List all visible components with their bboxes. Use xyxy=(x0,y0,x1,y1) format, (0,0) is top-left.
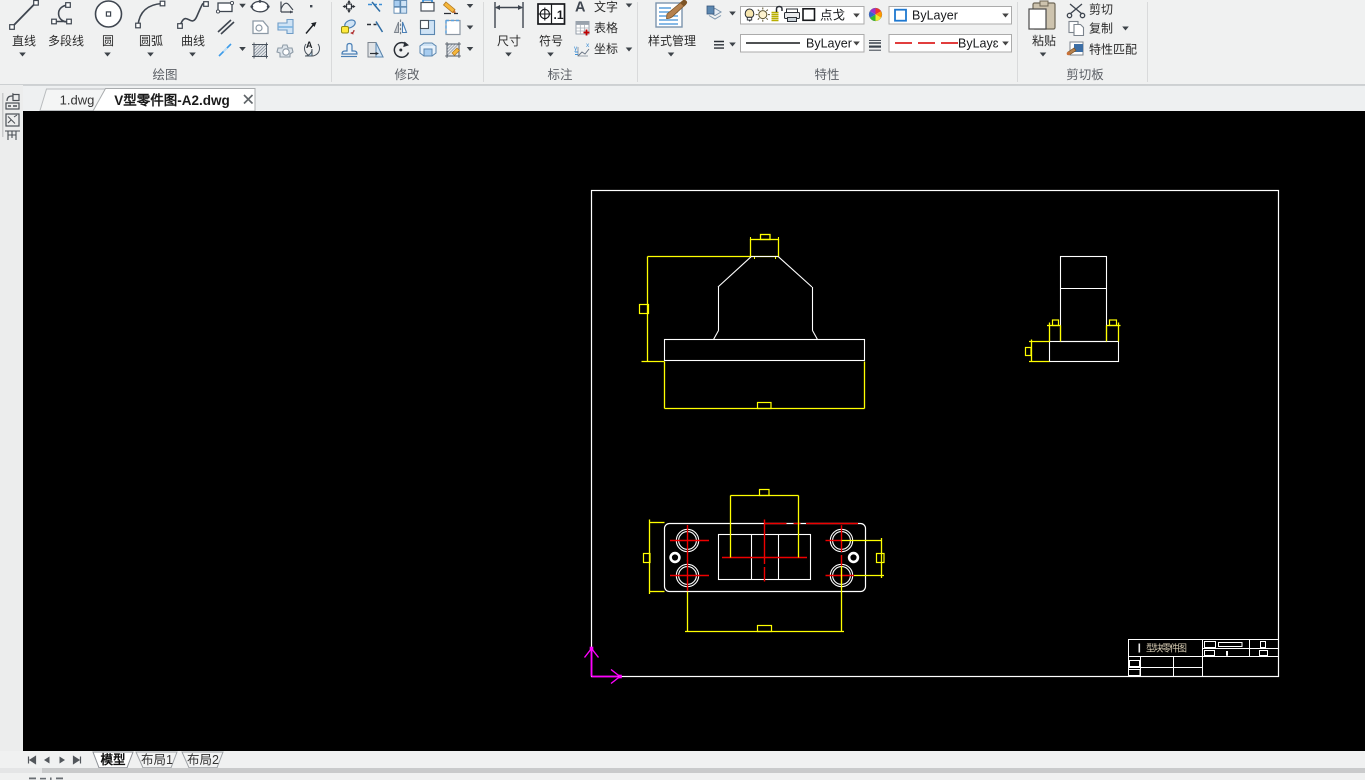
svg-text:表格: 表格 xyxy=(594,20,618,35)
svg-text:布局1: 布局1 xyxy=(141,753,173,767)
svg-text:标注: 标注 xyxy=(547,67,573,82)
svg-text:绘图: 绘图 xyxy=(152,67,177,82)
svg-text:曲线: 曲线 xyxy=(181,34,205,48)
svg-text:剪切: 剪切 xyxy=(1089,2,1113,17)
svg-text:文字: 文字 xyxy=(594,0,618,14)
svg-text:.1: .1 xyxy=(554,8,564,22)
svg-text:ByLayer: ByLayer xyxy=(806,37,852,51)
svg-text:ByLayɛ: ByLayɛ xyxy=(958,37,999,51)
svg-text:V型零件图-A2.dwg: V型零件图-A2.dwg xyxy=(114,92,230,108)
svg-text:点戈: 点戈 xyxy=(820,9,845,23)
svg-text:符号: 符号 xyxy=(539,33,563,48)
svg-text:坐标: 坐标 xyxy=(594,42,618,56)
svg-text:直线: 直线 xyxy=(12,34,36,48)
svg-text:粘贴: 粘贴 xyxy=(1032,33,1056,48)
svg-text:修改: 修改 xyxy=(394,67,420,82)
svg-text:A: A xyxy=(306,40,313,50)
svg-text:多段线: 多段线 xyxy=(48,33,84,48)
svg-text:1.dwg: 1.dwg xyxy=(60,93,95,108)
svg-text:复制: 复制 xyxy=(1089,22,1113,36)
svg-text:圆: 圆 xyxy=(102,34,114,48)
svg-text:样式管理: 样式管理 xyxy=(648,33,696,48)
svg-text:ByLayer: ByLayer xyxy=(912,9,958,23)
svg-text:型块零件图: 型块零件图 xyxy=(1146,643,1187,655)
svg-text:尺寸: 尺寸 xyxy=(497,34,521,48)
svg-text:特性匹配: 特性匹配 xyxy=(1089,42,1137,57)
svg-text:圆弧: 圆弧 xyxy=(139,34,163,48)
svg-text:A: A xyxy=(575,0,586,16)
svg-text:布局2: 布局2 xyxy=(187,753,219,767)
svg-text:模型: 模型 xyxy=(100,752,126,767)
svg-text:特性: 特性 xyxy=(814,67,839,82)
svg-text:剪切板: 剪切板 xyxy=(1066,67,1104,82)
